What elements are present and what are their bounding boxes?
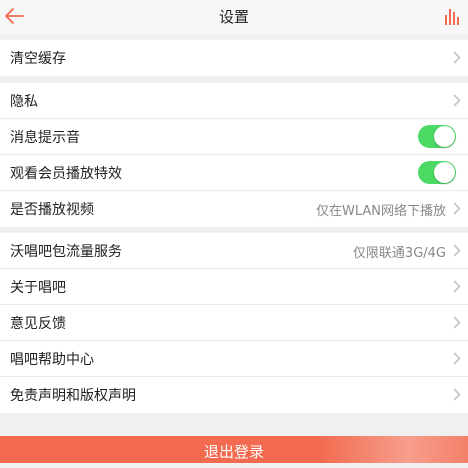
settings-row-clear-cache[interactable]: 清空缓存 <box>0 40 468 76</box>
settings-row-help-center[interactable]: 唱吧帮助中心 <box>0 341 468 377</box>
row-label: 免责声明和版权声明 <box>10 388 136 404</box>
settings-group-about: 沃唱吧包流量服务 仅限联通3G/4G 关于唱吧 意见反馈 唱吧帮助中心 免责声明… <box>0 233 468 413</box>
bar-chart-icon[interactable] <box>444 7 460 25</box>
settings-row-feedback[interactable]: 意见反馈 <box>0 305 468 341</box>
settings-row-vip-effects: 观看会员播放特效 <box>0 155 468 191</box>
row-label: 沃唱吧包流量服务 <box>10 244 122 260</box>
vip-effects-toggle[interactable] <box>418 161 456 184</box>
row-label: 清空缓存 <box>10 51 66 67</box>
chevron-right-icon <box>453 94 461 107</box>
message-sound-toggle[interactable] <box>418 125 456 148</box>
row-label: 意见反馈 <box>10 316 66 332</box>
settings-row-about[interactable]: 关于唱吧 <box>0 269 468 305</box>
chevron-right-icon <box>453 202 461 215</box>
row-label: 是否播放视频 <box>10 202 94 218</box>
top-nav-bar: 设置 <box>0 0 468 34</box>
settings-row-disclaimer[interactable]: 免责声明和版权声明 <box>0 377 468 413</box>
chevron-right-icon <box>453 280 461 293</box>
chevron-right-icon <box>453 244 461 257</box>
settings-group-cache: 清空缓存 <box>0 40 468 76</box>
page-title: 设置 <box>218 8 249 26</box>
row-label: 消息提示音 <box>10 130 80 146</box>
row-label: 观看会员播放特效 <box>10 166 122 182</box>
settings-row-data-plan[interactable]: 沃唱吧包流量服务 仅限联通3G/4G <box>0 233 468 269</box>
chevron-right-icon <box>453 388 461 401</box>
settings-group-preferences: 隐私 消息提示音 观看会员播放特效 是否播放视频 仅在WLAN网络下播放 <box>0 83 468 227</box>
row-label: 隐私 <box>10 94 38 110</box>
row-label: 唱吧帮助中心 <box>10 352 94 368</box>
logout-button[interactable]: 退出登录 <box>0 436 468 463</box>
chevron-right-icon <box>453 352 461 365</box>
row-label: 关于唱吧 <box>10 280 66 296</box>
toggle-knob <box>434 126 455 147</box>
settings-row-privacy[interactable]: 隐私 <box>0 83 468 119</box>
row-value: 仅限联通3G/4G <box>352 246 446 261</box>
chevron-right-icon <box>453 316 461 329</box>
settings-row-message-sound: 消息提示音 <box>0 119 468 155</box>
toggle-knob <box>434 162 455 183</box>
logout-highlight <box>318 436 468 463</box>
row-value: 仅在WLAN网络下播放 <box>315 204 446 219</box>
settings-row-play-video[interactable]: 是否播放视频 仅在WLAN网络下播放 <box>0 191 468 227</box>
logout-label: 退出登录 <box>203 443 264 461</box>
chevron-right-icon <box>453 51 461 64</box>
